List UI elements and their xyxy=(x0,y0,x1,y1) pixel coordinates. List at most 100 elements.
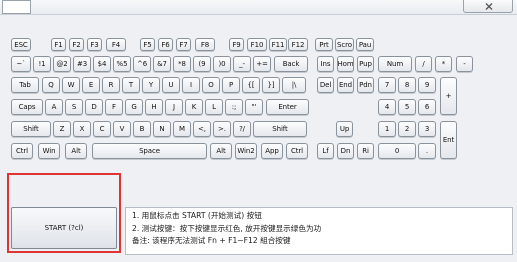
key-4-1[interactable]: Z xyxy=(53,121,71,137)
key-4-2[interactable]: X xyxy=(73,121,91,137)
key-1-4[interactable]: $4 xyxy=(93,56,111,72)
key-5-3[interactable]: Space xyxy=(92,143,207,159)
key-4-10[interactable]: ?/ xyxy=(233,121,251,137)
key-0-1[interactable]: F1 xyxy=(51,38,66,51)
key-3-9[interactable]: L xyxy=(205,99,223,115)
key-1-20[interactable]: - xyxy=(456,56,473,72)
key-3-12[interactable]: Enter xyxy=(266,99,309,115)
key-2-16[interactable]: Pdn xyxy=(357,77,374,93)
key-3-8[interactable]: K xyxy=(185,99,203,115)
key-0-12[interactable]: F12 xyxy=(288,38,308,51)
key-3-10[interactable]: :; xyxy=(225,99,243,115)
key-3-2[interactable]: S xyxy=(65,99,83,115)
key-1-2[interactable]: @2 xyxy=(53,56,71,72)
key-4-11[interactable]: Shift xyxy=(253,121,307,137)
key-2-10[interactable]: P xyxy=(222,77,240,93)
key-0-14[interactable]: Scro xyxy=(335,38,354,51)
key-5-7[interactable]: Ctrl xyxy=(286,143,308,159)
key-3-5[interactable]: G xyxy=(125,99,143,115)
key-2-20[interactable]: + xyxy=(440,77,457,115)
key-3-0[interactable]: Caps xyxy=(11,99,43,115)
key-1-18[interactable]: / xyxy=(415,56,432,72)
key-0-7[interactable]: F7 xyxy=(176,38,191,51)
key-0-4[interactable]: F4 xyxy=(106,38,126,51)
key-3-6[interactable]: H xyxy=(145,99,163,115)
key-5-8[interactable]: Lf xyxy=(317,143,334,159)
key-5-2[interactable]: Alt xyxy=(65,143,87,159)
key-1-11[interactable]: _- xyxy=(233,56,251,72)
key-2-6[interactable]: Y xyxy=(142,77,160,93)
key-0-13[interactable]: Prt xyxy=(315,38,333,51)
key-1-10[interactable]: )0 xyxy=(213,56,231,72)
key-4-0[interactable]: Shift xyxy=(11,121,51,137)
key-1-14[interactable]: Ins xyxy=(317,56,334,72)
key-2-11[interactable]: {[ xyxy=(242,77,260,93)
key-1-6[interactable]: ^6 xyxy=(133,56,151,72)
key-5-4[interactable]: Alt xyxy=(210,143,232,159)
key-2-17[interactable]: 7 xyxy=(378,77,396,93)
key-1-8[interactable]: *8 xyxy=(173,56,191,72)
key-5-0[interactable]: Ctrl xyxy=(11,143,33,159)
key-2-9[interactable]: O xyxy=(202,77,220,93)
key-4-15[interactable]: 3 xyxy=(418,121,436,137)
key-1-0[interactable]: ~` xyxy=(11,56,31,72)
key-1-19[interactable]: * xyxy=(435,56,452,72)
key-1-13[interactable]: Back xyxy=(274,56,308,72)
key-3-15[interactable]: 6 xyxy=(418,99,436,115)
key-2-18[interactable]: 8 xyxy=(398,77,416,93)
key-4-7[interactable]: M xyxy=(173,121,191,137)
key-1-15[interactable]: Hom xyxy=(337,56,354,72)
key-0-8[interactable]: F8 xyxy=(195,38,215,51)
key-4-3[interactable]: C xyxy=(93,121,111,137)
key-1-16[interactable]: Pup xyxy=(357,56,374,72)
key-3-1[interactable]: A xyxy=(45,99,63,115)
key-4-12[interactable]: Up xyxy=(336,121,353,137)
key-0-11[interactable]: F11 xyxy=(269,38,287,51)
key-3-14[interactable]: 5 xyxy=(398,99,416,115)
key-4-6[interactable]: N xyxy=(153,121,171,137)
key-4-16[interactable]: Ent xyxy=(440,121,457,159)
key-2-13[interactable]: |\ xyxy=(282,77,306,93)
key-0-15[interactable]: Pau xyxy=(356,38,374,51)
key-0-9[interactable]: F9 xyxy=(229,38,244,51)
key-4-8[interactable]: <, xyxy=(193,121,211,137)
key-0-6[interactable]: F6 xyxy=(158,38,173,51)
key-3-7[interactable]: J xyxy=(165,99,183,115)
key-5-10[interactable]: Ri xyxy=(357,143,374,159)
key-1-17[interactable]: Num xyxy=(378,56,412,72)
key-2-1[interactable]: Q xyxy=(42,77,60,93)
key-0-5[interactable]: F5 xyxy=(140,38,155,51)
start-button[interactable]: START (?cl) xyxy=(11,207,117,249)
key-2-8[interactable]: I xyxy=(182,77,200,93)
key-2-14[interactable]: Del xyxy=(317,77,334,93)
key-1-7[interactable]: &7 xyxy=(153,56,171,72)
key-4-9[interactable]: >. xyxy=(213,121,231,137)
key-2-5[interactable]: T xyxy=(122,77,140,93)
key-1-9[interactable]: (9 xyxy=(193,56,211,72)
key-2-7[interactable]: U xyxy=(162,77,180,93)
key-3-4[interactable]: F xyxy=(105,99,123,115)
key-1-5[interactable]: %5 xyxy=(113,56,131,72)
key-2-2[interactable]: W xyxy=(62,77,80,93)
key-5-12[interactable]: . xyxy=(418,143,436,159)
key-4-14[interactable]: 2 xyxy=(398,121,416,137)
key-3-11[interactable]: "' xyxy=(245,99,263,115)
key-3-13[interactable]: 4 xyxy=(378,99,396,115)
key-1-12[interactable]: += xyxy=(253,56,271,72)
key-0-10[interactable]: F10 xyxy=(247,38,267,51)
key-2-4[interactable]: R xyxy=(102,77,120,93)
key-3-3[interactable]: D xyxy=(85,99,103,115)
key-5-6[interactable]: App xyxy=(261,143,283,159)
key-5-5[interactable]: Win2 xyxy=(235,143,257,159)
key-0-3[interactable]: F3 xyxy=(87,38,102,51)
key-2-12[interactable]: }] xyxy=(262,77,280,93)
key-0-2[interactable]: F2 xyxy=(69,38,84,51)
key-2-15[interactable]: End xyxy=(337,77,354,93)
key-5-11[interactable]: 0 xyxy=(378,143,416,159)
key-2-19[interactable]: 9 xyxy=(418,77,436,93)
key-0-0[interactable]: ESC xyxy=(11,38,31,51)
key-2-3[interactable]: E xyxy=(82,77,100,93)
key-4-5[interactable]: B xyxy=(133,121,151,137)
key-2-0[interactable]: Tab xyxy=(11,77,39,93)
key-4-4[interactable]: V xyxy=(113,121,131,137)
